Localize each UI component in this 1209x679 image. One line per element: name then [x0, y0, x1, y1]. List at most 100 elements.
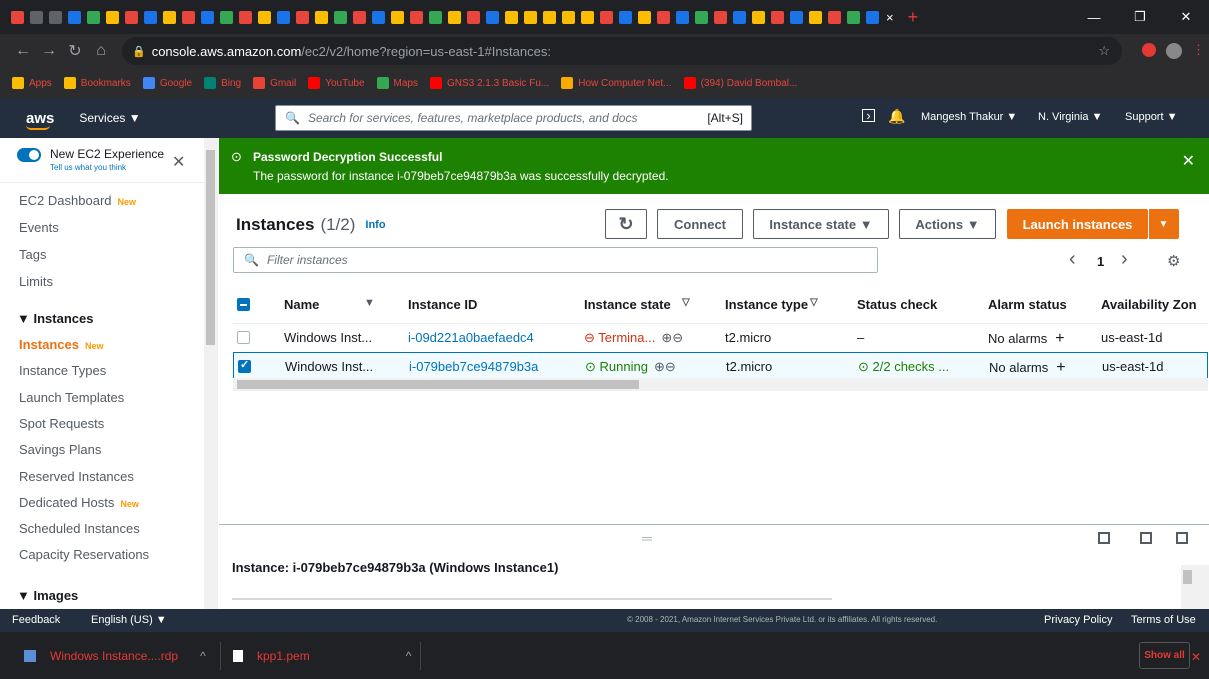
page-prev-icon[interactable]: ‹	[1069, 248, 1076, 271]
tab-favicon[interactable]	[619, 10, 632, 24]
back-icon[interactable]: ←	[10, 42, 36, 60]
tab-favicon[interactable]	[68, 10, 81, 24]
connect-button[interactable]: Connect	[657, 209, 743, 239]
region-selector[interactable]: N. Virginia ▼	[1038, 111, 1103, 123]
services-menu[interactable]: Services ▼	[79, 111, 140, 125]
tab-favicon[interactable]	[809, 10, 822, 24]
tab-favicon[interactable]	[524, 10, 537, 24]
tab-favicon[interactable]	[657, 10, 670, 24]
tab-favicon[interactable]	[277, 10, 290, 24]
page-number[interactable]: 1	[1097, 254, 1104, 269]
privacy-policy-link[interactable]: Privacy Policy	[1044, 614, 1112, 626]
tab-favicon[interactable]	[828, 10, 841, 24]
window-close-button[interactable]: ✕	[1163, 0, 1209, 34]
tab-favicon[interactable]	[562, 10, 575, 24]
zoom-filter-icon[interactable]: ⊕⊖	[661, 330, 683, 345]
page-next-icon[interactable]: ›	[1121, 248, 1128, 271]
tab-favicon[interactable]	[448, 10, 461, 24]
banner-close-icon[interactable]: ✕	[1182, 151, 1195, 171]
column-header[interactable]: Availability Zon	[1101, 297, 1197, 312]
column-header[interactable]: Instance type	[725, 297, 808, 312]
bookmark-item[interactable]: (394) David Bombal...	[683, 77, 797, 89]
bookmark-item[interactable]: Maps	[376, 77, 418, 89]
table-scroll-thumb[interactable]	[237, 380, 639, 389]
preferences-gear-icon[interactable]: ⚙	[1167, 252, 1180, 270]
bookmark-item[interactable]: YouTube	[308, 77, 365, 89]
sidebar-item[interactable]: Instances New	[19, 337, 104, 352]
profile-avatar[interactable]	[1166, 43, 1182, 59]
sidebar-item[interactable]: Reserved Instances	[19, 469, 134, 484]
new-experience-toggle[interactable]	[17, 148, 41, 162]
show-all-button[interactable]: Show all	[1139, 642, 1190, 669]
tab-favicon[interactable]	[486, 10, 499, 24]
notifications-bell-icon[interactable]: 🔔	[888, 108, 905, 125]
tab-favicon[interactable]	[315, 10, 328, 24]
column-sort-icon[interactable]: ▽	[810, 297, 818, 308]
extension-icon[interactable]	[1142, 43, 1156, 57]
tab-favicon[interactable]	[49, 10, 62, 24]
sidebar-scroll-thumb[interactable]	[206, 150, 215, 345]
language-selector[interactable]: English (US) ▼	[91, 614, 167, 626]
info-link[interactable]: Info	[365, 219, 385, 231]
actions-dropdown[interactable]: Actions ▼	[899, 209, 996, 239]
tab-favicon[interactable]	[391, 10, 404, 24]
sidebar-section-images[interactable]: ▼ Images	[17, 588, 78, 603]
tab-favicon[interactable]	[334, 10, 347, 24]
sidebar-item[interactable]: EC2 Dashboard New	[19, 193, 136, 208]
sidebar-item[interactable]: Tags	[19, 247, 46, 262]
column-header[interactable]: Instance ID	[408, 297, 477, 312]
reload-icon[interactable]: ↻	[62, 41, 88, 61]
launch-instances-button[interactable]: Launch instances	[1007, 209, 1148, 239]
sidebar-item[interactable]: Launch Templates	[19, 390, 124, 405]
tab-favicon[interactable]	[144, 10, 157, 24]
bookmark-item[interactable]: Bing	[204, 77, 241, 89]
tab-favicon[interactable]	[714, 10, 727, 24]
forward-icon[interactable]: →	[36, 42, 62, 60]
launch-dropdown-button[interactable]: ▼	[1148, 209, 1179, 239]
tab-favicon[interactable]	[296, 10, 309, 24]
column-header[interactable]: Status check	[857, 297, 937, 312]
terms-of-use-link[interactable]: Terms of Use	[1131, 614, 1196, 626]
detail-scrollbar[interactable]	[1181, 565, 1209, 609]
tab-favicon[interactable]	[790, 10, 803, 24]
support-menu[interactable]: Support ▼	[1125, 111, 1177, 123]
sidebar-item[interactable]: Dedicated Hosts New	[19, 495, 139, 510]
tab-favicon[interactable]	[581, 10, 594, 24]
sidebar-item[interactable]: Scheduled Instances	[19, 521, 140, 536]
tab-close-icon[interactable]: ×	[886, 10, 894, 25]
tab-favicon[interactable]	[866, 10, 879, 24]
home-icon[interactable]: ⌂	[88, 42, 114, 60]
tab-favicon[interactable]	[638, 10, 651, 24]
tab-favicon[interactable]	[733, 10, 746, 24]
bookmark-item[interactable]: Google	[142, 77, 192, 89]
aws-logo[interactable]: aws	[26, 110, 54, 130]
chevron-up-icon[interactable]: ^	[200, 649, 206, 663]
tab-favicon[interactable]	[467, 10, 480, 24]
table-row[interactable]: Windows Inst... i-09d221a0baefaedc4 ⊖ Term…	[219, 324, 1209, 351]
tab-favicon[interactable]	[11, 10, 24, 24]
select-all-checkbox[interactable]	[237, 298, 250, 311]
tab-favicon[interactable]	[410, 10, 423, 24]
download-bar-close-icon[interactable]: ✕	[1191, 650, 1201, 664]
refresh-button[interactable]: ↻	[605, 209, 647, 239]
bookmark-item[interactable]: Apps	[12, 77, 52, 89]
add-alarm-icon[interactable]: +	[1056, 359, 1065, 376]
tab-favicon[interactable]	[847, 10, 860, 24]
tab-favicon[interactable]	[239, 10, 252, 24]
column-sort-icon[interactable]: ▼	[364, 297, 375, 309]
bookmark-item[interactable]: Bookmarks	[63, 77, 131, 89]
new-tab-button[interactable]: +	[908, 7, 919, 28]
tab-favicon[interactable]	[201, 10, 214, 24]
sidebar-item[interactable]: Capacity Reservations	[19, 547, 149, 562]
sidebar-section-instances[interactable]: ▼ Instances	[17, 311, 93, 326]
tab-favicon[interactable]	[87, 10, 100, 24]
cell-id[interactable]: i-09d221a0baefaedc4	[408, 330, 534, 345]
feedback-link[interactable]: Tell us what you think	[50, 163, 126, 172]
sidebar-item[interactable]: Spot Requests	[19, 416, 104, 431]
tab-favicon[interactable]	[353, 10, 366, 24]
tab-favicon[interactable]	[695, 10, 708, 24]
status-text[interactable]: 2/2 checks ...	[873, 359, 950, 374]
sidebar-scrollbar[interactable]	[204, 138, 218, 609]
account-menu[interactable]: Mangesh Thakur ▼	[921, 111, 1017, 123]
row-checkbox[interactable]	[237, 331, 250, 344]
